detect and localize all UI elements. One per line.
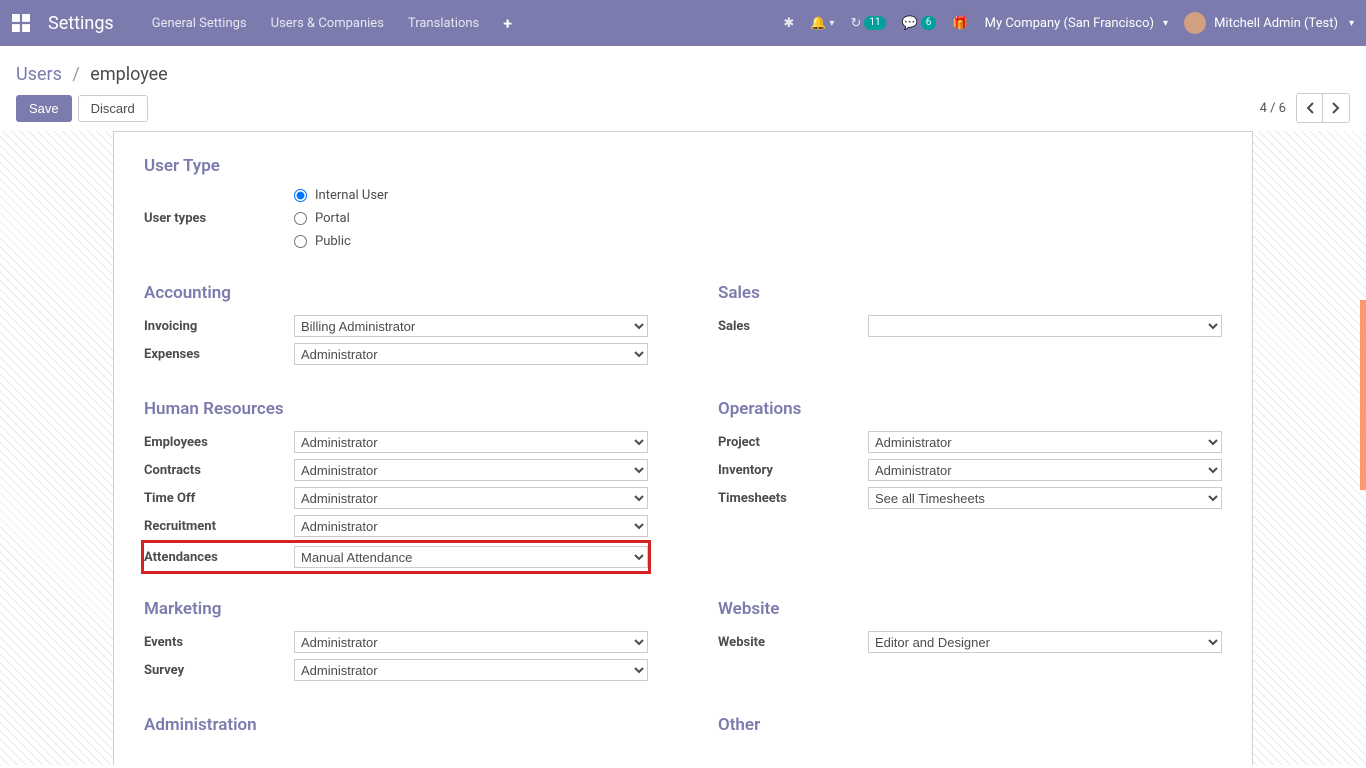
- label-inventory: Inventory: [718, 463, 868, 478]
- field-timesheets: Timesheets See all Timesheets: [718, 487, 1222, 509]
- user-type-radio-group: Internal User Portal Public: [294, 188, 1222, 249]
- label-invoicing: Invoicing: [144, 319, 294, 334]
- select-expenses[interactable]: Administrator: [294, 343, 648, 365]
- radio-portal[interactable]: Portal: [294, 211, 1222, 226]
- section-other: Other: [718, 715, 1222, 735]
- action-row: Save Discard 4 / 6: [16, 93, 1350, 123]
- radio-public[interactable]: Public: [294, 234, 1222, 249]
- section-operations: Operations: [718, 399, 1222, 419]
- label-events: Events: [144, 635, 294, 650]
- field-inventory: Inventory Administrator: [718, 459, 1222, 481]
- menu-general-settings[interactable]: General Settings: [152, 16, 247, 31]
- select-timesheets[interactable]: See all Timesheets: [868, 487, 1222, 509]
- label-attendances: Attendances: [144, 550, 294, 565]
- section-administration: Administration: [144, 715, 648, 735]
- bell-icon[interactable]: 🔔▾: [810, 16, 834, 31]
- radio-internal-user[interactable]: Internal User: [294, 188, 1222, 203]
- select-events[interactable]: Administrator: [294, 631, 648, 653]
- bug-icon[interactable]: ✱: [783, 16, 794, 31]
- pager-next-icon[interactable]: [1323, 94, 1349, 122]
- activity-badge: 11: [864, 16, 885, 30]
- radio-portal-input[interactable]: [294, 212, 307, 225]
- field-sales: Sales: [718, 315, 1222, 337]
- label-survey: Survey: [144, 663, 294, 678]
- radio-public-input[interactable]: [294, 235, 307, 248]
- field-contracts: Contracts Administrator: [144, 459, 648, 481]
- radio-internal-user-input[interactable]: [294, 189, 307, 202]
- label-employees: Employees: [144, 435, 294, 450]
- field-survey: Survey Administrator: [144, 659, 648, 681]
- menu-add-icon[interactable]: +: [503, 14, 512, 33]
- field-events: Events Administrator: [144, 631, 648, 653]
- field-project: Project Administrator: [718, 431, 1222, 453]
- scrollbar-thumb[interactable]: [1360, 300, 1366, 490]
- field-expenses: Expenses Administrator: [144, 343, 648, 365]
- save-button[interactable]: Save: [16, 95, 72, 122]
- discard-button[interactable]: Discard: [78, 95, 148, 122]
- pager-count: 4 / 6: [1260, 101, 1286, 116]
- messages-icon[interactable]: 💬6: [902, 16, 937, 31]
- user-menu[interactable]: Mitchell Admin (Test)▾: [1184, 12, 1354, 34]
- gift-icon[interactable]: 🎁: [952, 16, 968, 31]
- section-website: Website: [718, 599, 1222, 619]
- company-switcher[interactable]: My Company (San Francisco)▾: [985, 16, 1168, 31]
- label-contracts: Contracts: [144, 463, 294, 478]
- field-website: Website Editor and Designer: [718, 631, 1222, 653]
- field-invoicing: Invoicing Billing Administrator: [144, 315, 648, 337]
- field-attendances: Attendances Manual Attendance: [141, 540, 651, 574]
- breadcrumb-parent[interactable]: Users: [16, 64, 62, 85]
- activity-icon[interactable]: ↻11: [850, 16, 885, 31]
- select-inventory[interactable]: Administrator: [868, 459, 1222, 481]
- app-title: Settings: [48, 13, 114, 34]
- label-project: Project: [718, 435, 868, 450]
- select-sales[interactable]: [868, 315, 1222, 337]
- section-accounting: Accounting: [144, 283, 648, 303]
- select-website[interactable]: Editor and Designer: [868, 631, 1222, 653]
- pager-prev-icon[interactable]: [1297, 94, 1323, 122]
- avatar: [1184, 12, 1206, 34]
- pager: 4 / 6: [1260, 93, 1350, 123]
- form-sheet: User Type User types Internal User Porta…: [113, 131, 1253, 765]
- menu-users-companies[interactable]: Users & Companies: [271, 16, 384, 31]
- form-viewport[interactable]: User Type User types Internal User Porta…: [0, 131, 1366, 765]
- section-hr: Human Resources: [144, 399, 648, 419]
- main-menu: General Settings Users & Companies Trans…: [152, 14, 512, 33]
- field-employees: Employees Administrator: [144, 431, 648, 453]
- menu-translations[interactable]: Translations: [408, 16, 479, 31]
- breadcrumb-current: employee: [90, 64, 167, 85]
- select-invoicing[interactable]: Billing Administrator: [294, 315, 648, 337]
- label-timesheets: Timesheets: [718, 491, 868, 506]
- section-sales: Sales: [718, 283, 1222, 303]
- breadcrumb: Users / employee: [16, 64, 1350, 85]
- section-marketing: Marketing: [144, 599, 648, 619]
- label-user-types: User types: [144, 211, 294, 226]
- control-bar: Users / employee Save Discard 4 / 6: [0, 46, 1366, 123]
- pager-nav: [1296, 93, 1350, 123]
- select-project[interactable]: Administrator: [868, 431, 1222, 453]
- label-recruitment: Recruitment: [144, 519, 294, 534]
- field-user-types: User types Internal User Portal Public: [144, 188, 1222, 249]
- navbar-right: ✱ 🔔▾ ↻11 💬6 🎁 My Company (San Francisco)…: [783, 12, 1354, 34]
- section-user-type: User Type: [144, 156, 1222, 176]
- select-contracts[interactable]: Administrator: [294, 459, 648, 481]
- label-website: Website: [718, 635, 868, 650]
- user-name: Mitchell Admin (Test): [1214, 16, 1338, 31]
- select-survey[interactable]: Administrator: [294, 659, 648, 681]
- breadcrumb-separator: /: [72, 64, 79, 85]
- messages-badge: 6: [921, 16, 937, 30]
- select-employees[interactable]: Administrator: [294, 431, 648, 453]
- top-navbar: Settings General Settings Users & Compan…: [0, 0, 1366, 46]
- label-sales: Sales: [718, 319, 868, 334]
- label-timeoff: Time Off: [144, 491, 294, 506]
- select-timeoff[interactable]: Administrator: [294, 487, 648, 509]
- field-recruitment: Recruitment Administrator: [144, 515, 648, 537]
- apps-icon[interactable]: [12, 14, 30, 32]
- company-name: My Company (San Francisco): [985, 16, 1154, 31]
- select-recruitment[interactable]: Administrator: [294, 515, 648, 537]
- field-timeoff: Time Off Administrator: [144, 487, 648, 509]
- label-expenses: Expenses: [144, 347, 294, 362]
- select-attendances[interactable]: Manual Attendance: [294, 546, 648, 568]
